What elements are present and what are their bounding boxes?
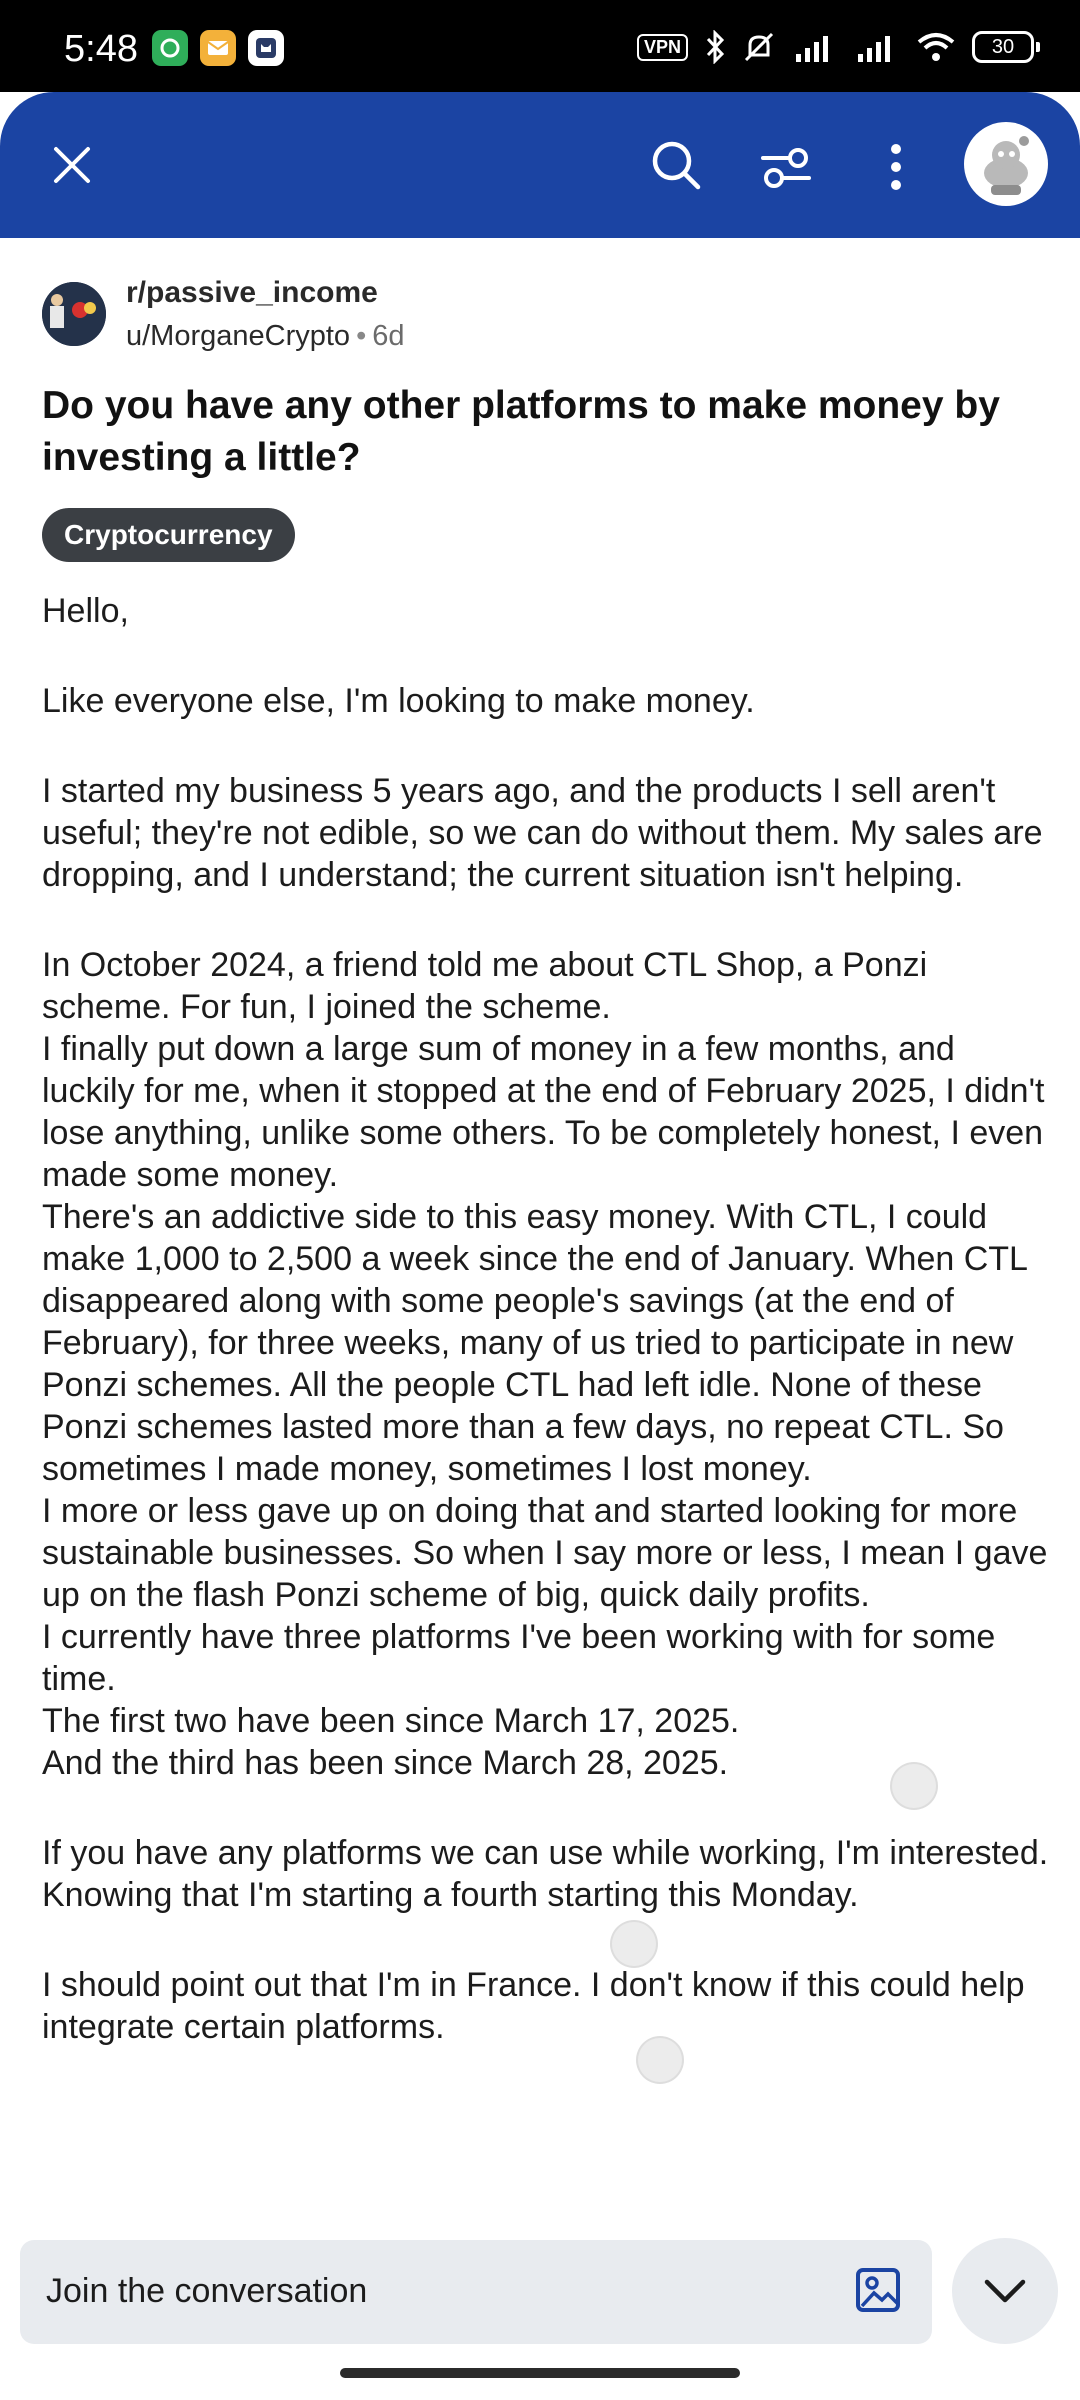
touch-indicator: [890, 1762, 938, 1810]
chevron-down-icon[interactable]: [952, 2238, 1058, 2344]
signal-2-icon: [858, 36, 890, 62]
mute-bell-icon: [744, 32, 774, 62]
more-vertical-icon[interactable]: [868, 135, 924, 199]
post-title: Do you have any other platforms to make …: [42, 384, 1000, 479]
bluetooth-icon: [706, 30, 725, 64]
status-time: 5:48: [64, 28, 138, 70]
body-paragraph: I should point out that I'm in France. I…: [42, 1966, 1025, 2046]
subreddit-avatar[interactable]: [42, 282, 106, 346]
post-age: 6d: [372, 320, 405, 352]
sync-app-icon: [152, 30, 188, 66]
touch-indicator: [610, 1920, 658, 1968]
cat-app-icon: [248, 30, 284, 66]
filter-icon[interactable]: [754, 135, 818, 199]
close-icon[interactable]: [42, 135, 102, 195]
image-icon[interactable]: [854, 2266, 904, 2321]
post-meta: u/MorganeCrypto • 6d: [126, 320, 404, 353]
body-paragraph: Hello,: [42, 592, 129, 630]
mail-app-icon: [200, 30, 236, 66]
battery-icon: 30: [972, 31, 1040, 63]
signal-1-icon: [796, 36, 828, 62]
gesture-bar[interactable]: [340, 2368, 740, 2378]
body-paragraph: In October 2024, a friend told me about …: [42, 946, 1048, 1782]
body-paragraph: I started my business 5 years ago, and t…: [42, 772, 1043, 894]
system-icons: VPN 30: [636, 30, 1040, 64]
author-name[interactable]: u/MorganeCrypto: [126, 320, 350, 352]
body-paragraph: Like everyone else, I'm looking to make …: [42, 682, 755, 720]
subreddit-name[interactable]: r/passive_income: [126, 276, 378, 310]
app-bar: [0, 92, 1080, 238]
status-bar: 5:48 VPN 30: [0, 0, 1080, 92]
search-icon[interactable]: [644, 133, 708, 197]
meta-separator: •: [356, 320, 367, 352]
composer-placeholder: Join the conversation: [46, 2272, 368, 2310]
post-body: Hello, Like everyone else, I'm looking t…: [42, 590, 1052, 2220]
notification-icons: [152, 30, 284, 66]
body-paragraph: If you have any platforms we can use whi…: [42, 1834, 1049, 1914]
vpn-icon: VPN: [636, 33, 688, 61]
touch-indicator: [636, 2036, 684, 2084]
wifi-icon: [917, 33, 955, 61]
user-avatar-icon[interactable]: [964, 122, 1048, 206]
comment-composer[interactable]: Join the conversation: [20, 2240, 932, 2344]
post-flair[interactable]: Cryptocurrency: [42, 508, 295, 562]
